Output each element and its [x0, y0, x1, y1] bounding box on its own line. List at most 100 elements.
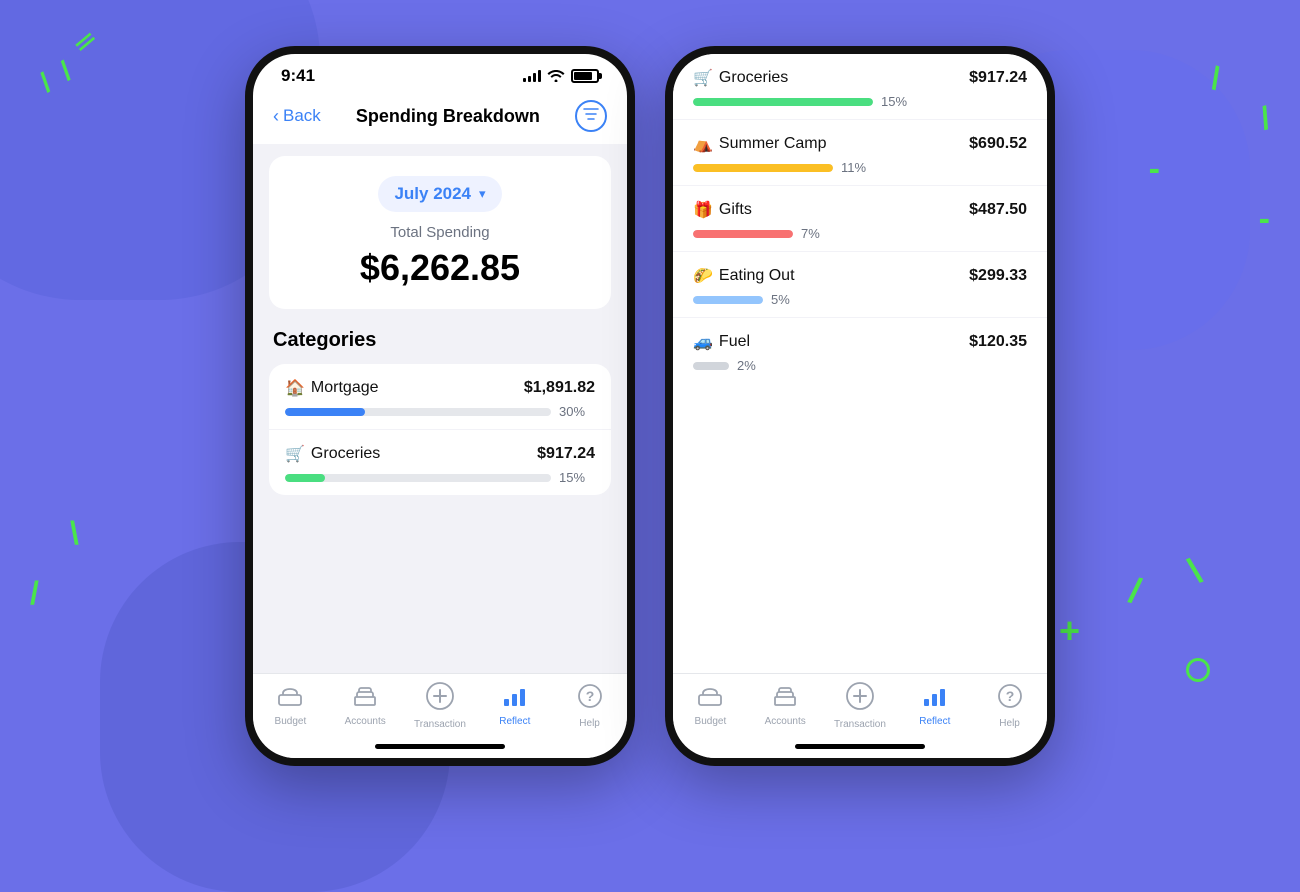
mortgage-emoji: 🏠 [285, 378, 305, 398]
p2-pl-groceries: 15% [881, 94, 917, 109]
mortgage-progress-bg [285, 408, 551, 416]
p2-row-fuel: 🚙 Fuel $120.35 [693, 332, 1027, 352]
tab-label-transaction-1: Transaction [414, 719, 466, 730]
tab-label-accounts-2: Accounts [765, 716, 806, 727]
deco-backslash-bl: \ [70, 515, 79, 552]
p2-pl-gifts: 7% [801, 226, 837, 241]
p2-fuel-emoji: 🚙 [693, 332, 713, 352]
tab-label-budget-1: Budget [275, 716, 307, 727]
p2-category-eatingout: 🌮 Eating Out $299.33 5% [673, 252, 1047, 318]
p2-row-summercamp: ⛺ Summer Camp $690.52 [693, 134, 1027, 154]
back-chevron-icon: ‹ [273, 106, 279, 127]
p2-category-fuel: 🚙 Fuel $120.35 2% [673, 318, 1047, 383]
signal-bar-1 [523, 78, 526, 82]
transaction-icon-1 [426, 682, 454, 716]
nav-bar-1: ‹ Back Spending Breakdown [253, 92, 627, 144]
status-time-1: 9:41 [281, 66, 315, 86]
total-amount: $6,262.85 [289, 247, 591, 289]
p2-name-summercamp: ⛺ Summer Camp [693, 134, 827, 154]
groceries-amount-1: $917.24 [537, 445, 595, 463]
p2-amount-groceries: $917.24 [969, 69, 1027, 87]
battery-1 [571, 69, 599, 83]
status-bar-1: 9:41 [253, 54, 627, 92]
tab-bar-1: Budget Accounts [253, 673, 627, 734]
p2-name-groceries: 🛒 Groceries [693, 68, 788, 88]
p2-category-groceries: 🛒 Groceries $917.24 15% [673, 54, 1047, 120]
tab-label-help-1: Help [579, 718, 600, 729]
p2-progress-summercamp: 11% [693, 160, 1027, 175]
p2-gifts-emoji: 🎁 [693, 200, 713, 220]
p2-row-groceries: 🛒 Groceries $917.24 [693, 68, 1027, 88]
phone-content-1: July 2024 ▾ Total Spending $6,262.85 Cat… [253, 144, 627, 673]
deco-circle-br [1186, 658, 1210, 682]
signal-bar-3 [533, 73, 536, 82]
mortgage-progress-label: 30% [559, 404, 595, 419]
tab-transaction-2[interactable]: Transaction [830, 682, 890, 730]
p2-progress-fuel: 2% [693, 358, 1027, 373]
p2-amount-fuel: $120.35 [969, 333, 1027, 351]
p2-pbf-fuel [693, 362, 729, 370]
tab-label-reflect-1: Reflect [499, 716, 530, 727]
home-bar-1 [375, 744, 505, 749]
category-row-mortgage: 🏠 Mortgage $1,891.82 [285, 378, 595, 398]
summary-card: July 2024 ▾ Total Spending $6,262.85 [269, 156, 611, 309]
category-name-groceries-1: 🛒 Groceries [285, 444, 380, 464]
phone-1: 9:41 [245, 46, 635, 766]
status-icons-1 [523, 68, 599, 85]
back-button[interactable]: ‹ Back [273, 106, 321, 127]
reflect-icon-2 [922, 685, 948, 713]
tab-label-budget-2: Budget [695, 716, 727, 727]
svg-text:?: ? [1005, 688, 1014, 704]
p2-progress-gifts: 7% [693, 226, 1027, 241]
deco-dash-tr2: - [1259, 200, 1270, 239]
p2-pb-gifts [693, 230, 793, 238]
p2-pb-eatingout [693, 296, 763, 304]
month-selector[interactable]: July 2024 ▾ [378, 176, 501, 212]
categories-heading: Categories [269, 329, 611, 352]
tab-accounts-2[interactable]: Accounts [755, 685, 815, 727]
category-row-groceries-1: 🛒 Groceries $917.24 [285, 444, 595, 464]
tab-label-help-2: Help [999, 718, 1020, 729]
mortgage-progress-row: 30% [285, 404, 595, 419]
svg-text:?: ? [585, 688, 594, 704]
p2-name-eatingout: 🌮 Eating Out [693, 266, 795, 286]
tab-reflect-1[interactable]: Reflect [485, 685, 545, 727]
p2-name-fuel: 🚙 Fuel [693, 332, 750, 352]
p2-pb-groceries [693, 98, 873, 106]
back-label: Back [283, 106, 321, 126]
tab-transaction-1[interactable]: Transaction [410, 682, 470, 730]
home-bar-2 [795, 744, 925, 749]
mortgage-progress-fill [285, 408, 365, 416]
deco-dash-tr: - [1149, 150, 1160, 189]
reflect-icon-1 [502, 685, 528, 713]
groceries-progress-fill-1 [285, 474, 325, 482]
budget-icon-1 [277, 685, 303, 713]
tab-accounts-1[interactable]: Accounts [335, 685, 395, 727]
tab-budget-2[interactable]: Budget [680, 685, 740, 727]
p2-eatingout-emoji: 🌮 [693, 266, 713, 286]
signal-bar-2 [528, 76, 531, 82]
tab-budget-1[interactable]: Budget [260, 685, 320, 727]
p2-pl-eatingout: 5% [771, 292, 807, 307]
p2-pbf-summercamp [693, 164, 833, 172]
p2-category-gifts: 🎁 Gifts $487.50 7% [673, 186, 1047, 252]
p2-amount-eatingout: $299.33 [969, 267, 1027, 285]
tab-help-2[interactable]: ? Help [980, 683, 1040, 729]
p2-pb-summercamp [693, 164, 833, 172]
deco-slash-bl: / [30, 575, 39, 612]
phones-container: 9:41 [245, 46, 1055, 766]
tab-help-1[interactable]: ? Help [560, 683, 620, 729]
accounts-icon-1 [353, 685, 377, 713]
mortgage-amount: $1,891.82 [524, 379, 595, 397]
filter-icon [583, 107, 599, 126]
phone2-content: 🛒 Groceries $917.24 15% [673, 54, 1047, 673]
tab-reflect-2[interactable]: Reflect [905, 685, 965, 727]
help-icon-1: ? [577, 683, 603, 715]
p2-summercamp-emoji: ⛺ [693, 134, 713, 154]
help-icon-2: ? [997, 683, 1023, 715]
category-item-mortgage: 🏠 Mortgage $1,891.82 30% [269, 364, 611, 430]
filter-button[interactable] [575, 100, 607, 132]
deco-slash-br: / [1125, 569, 1146, 612]
category-name-mortgage: 🏠 Mortgage [285, 378, 379, 398]
transaction-icon-2 [846, 682, 874, 716]
